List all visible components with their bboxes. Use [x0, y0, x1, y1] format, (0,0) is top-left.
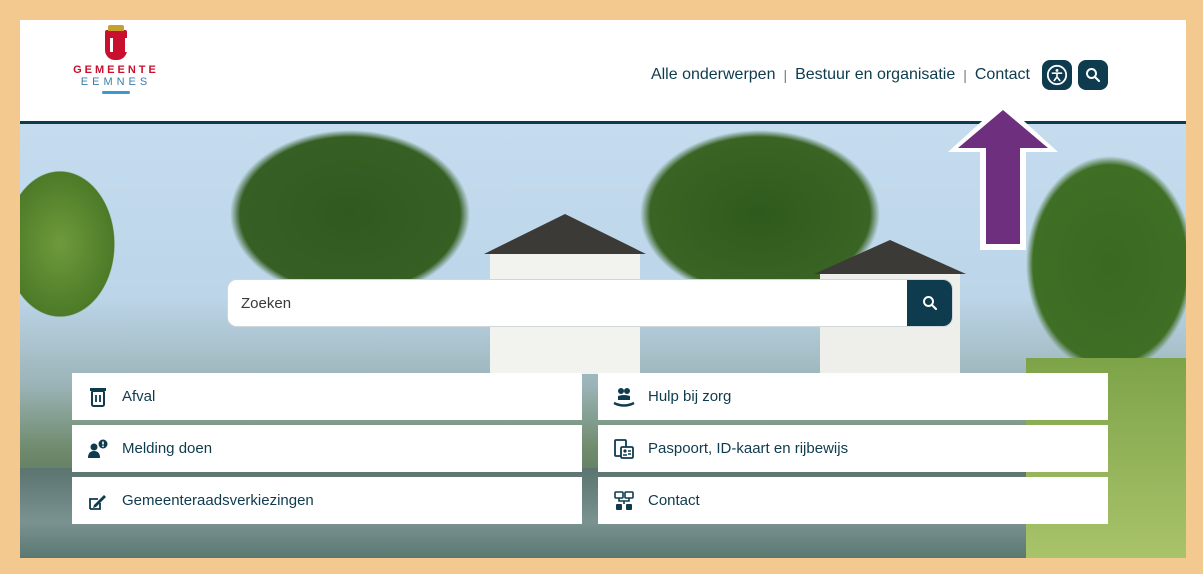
tile-label: Hulp bij zorg	[648, 388, 732, 405]
search-icon	[1086, 68, 1101, 83]
tile-label: Gemeenteraadsverkiezingen	[122, 492, 314, 509]
tile-label: Afval	[122, 388, 156, 405]
nav-separator: |	[963, 67, 967, 83]
tile-melding-doen[interactable]: Melding doen	[72, 425, 582, 472]
top-navigation: Alle onderwerpen | Bestuur en organisati…	[651, 60, 1108, 90]
coat-of-arms-icon	[105, 25, 128, 60]
search-input[interactable]	[228, 280, 907, 326]
care-icon	[612, 385, 636, 409]
waste-bin-icon	[86, 385, 110, 409]
accessibility-icon	[1046, 64, 1068, 86]
municipality-logo[interactable]: GEMEENTE EEMNES	[66, 25, 166, 94]
tile-hulp-bij-zorg[interactable]: Hulp bij zorg	[598, 373, 1108, 420]
tile-contact[interactable]: Contact	[598, 477, 1108, 524]
tile-label: Contact	[648, 492, 700, 509]
search-submit-button[interactable]	[907, 280, 952, 326]
contact-network-icon	[612, 489, 636, 513]
nav-governance[interactable]: Bestuur en organisatie	[795, 66, 955, 84]
id-card-icon	[612, 437, 636, 461]
nav-contact[interactable]: Contact	[975, 66, 1030, 84]
logo-text-line2: EEMNES	[80, 76, 152, 88]
logo-text-line1: GEMEENTE	[73, 64, 159, 76]
header-search-button[interactable]	[1078, 60, 1108, 90]
tile-verkiezingen[interactable]: Gemeenteraadsverkiezingen	[72, 477, 582, 524]
tile-afval[interactable]: Afval	[72, 373, 582, 420]
pen-vote-icon	[86, 489, 110, 513]
nav-all-topics[interactable]: Alle onderwerpen	[651, 66, 776, 84]
page-frame: GEMEENTE EEMNES Alle onderwerpen | Bestu…	[20, 20, 1186, 558]
tile-paspoort[interactable]: Paspoort, ID-kaart en rijbewijs	[598, 425, 1108, 472]
search-bar	[227, 279, 953, 327]
report-user-icon	[86, 437, 110, 461]
tile-label: Paspoort, ID-kaart en rijbewijs	[648, 440, 849, 457]
annotation-arrow	[948, 102, 1058, 250]
logo-wave-icon	[102, 91, 130, 94]
tile-label: Melding doen	[122, 440, 213, 457]
nav-separator: |	[783, 67, 788, 83]
accessibility-button[interactable]	[1042, 60, 1072, 90]
search-icon	[922, 296, 937, 311]
